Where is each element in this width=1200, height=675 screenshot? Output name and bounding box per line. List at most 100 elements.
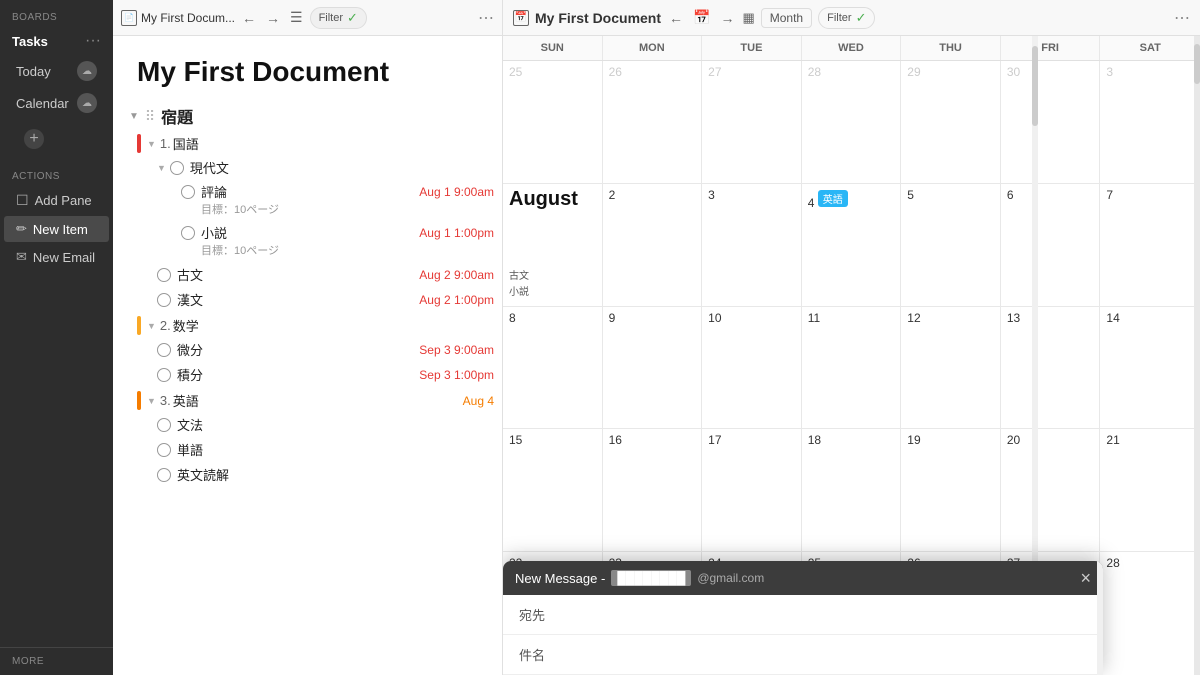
sidebar-item-today[interactable]: Today ☁ (4, 56, 109, 86)
cal-cell-aug5[interactable]: 5 (901, 184, 1001, 306)
cal-cell-aug3[interactable]: 3 (702, 184, 802, 306)
sekibun-checkbox[interactable] (157, 368, 171, 382)
list-view-button[interactable]: ☰ (287, 7, 306, 28)
modal-to-input[interactable] (549, 607, 1087, 622)
doc-icon: 📄 (121, 10, 137, 26)
nav-forward-button[interactable]: → (263, 8, 283, 28)
cal-nav-back-button[interactable]: ← (667, 8, 685, 28)
cal-cell-aug2[interactable]: 2 (603, 184, 703, 306)
math-label: 数学 (173, 316, 494, 335)
filter-pill[interactable]: Filter ✓ (310, 7, 367, 29)
bibun-checkbox[interactable] (157, 343, 171, 357)
modal-subject-input[interactable] (549, 647, 1087, 662)
eibun-checkbox[interactable] (157, 468, 171, 482)
tasks-toolbar: 📄 My First Docum... ← → ☰ Filter ✓ ⋯ (113, 0, 502, 36)
add-pane-label: Add Pane (35, 193, 92, 208)
cal-nav-calendar-icon[interactable]: 📅 (691, 7, 712, 28)
cal-cell-aug28[interactable]: 28 (1100, 552, 1200, 675)
cal-week-4: 15 16 17 18 19 20 21 (503, 429, 1200, 552)
english-chevron-icon: ▼ (147, 396, 156, 406)
cal-cell-aug14[interactable]: 14 (1100, 307, 1200, 429)
day-num-jul30: 30 (1007, 65, 1020, 79)
cal-filter-check-icon: ✓ (856, 10, 867, 26)
sidebar: BOARDS Tasks ··· Today ☁ Calendar ☁ + AC… (0, 0, 113, 675)
add-board-button[interactable]: + (24, 129, 44, 149)
cal-cell-aug12[interactable]: 12 (901, 307, 1001, 429)
bunpo-checkbox[interactable] (157, 418, 171, 432)
sidebar-item-new-email[interactable]: ✉ New Email (4, 244, 109, 270)
kanbun-checkbox[interactable] (157, 293, 171, 307)
cal-grid-icon-button[interactable]: ▦ (742, 10, 754, 26)
cal-toolbar: 📅 My First Document ← 📅 → ▦ Month Filter… (503, 0, 1200, 36)
cal-header-fri: FRI (1001, 36, 1101, 60)
tasks-more-icon[interactable]: ··· (85, 32, 101, 50)
cal-cell-aug3-partial[interactable]: 3 (1100, 61, 1200, 183)
cal-cell-aug16[interactable]: 16 (603, 429, 703, 551)
english-left-bar (137, 391, 141, 410)
english-event-chip[interactable]: 英語 (818, 190, 848, 207)
sidebar-item-add-pane[interactable]: ☐ Add Pane (4, 187, 109, 214)
cal-cell-aug15[interactable]: 15 (503, 429, 603, 551)
cal-cell-jul29[interactable]: 29 (901, 61, 1001, 183)
cal-cell-aug11[interactable]: 11 (802, 307, 902, 429)
kanbun-label: 漢文 (177, 290, 415, 309)
toolbar-more-icon[interactable]: ⋯ (478, 8, 494, 28)
sidebar-tasks-item[interactable]: Tasks ··· (0, 27, 113, 55)
cal-scrollbar-track[interactable] (1194, 36, 1200, 675)
cal-cell-jul26[interactable]: 26 (603, 61, 703, 183)
modal-title-prefix: New Message - (515, 571, 605, 586)
cal-cell-aug20[interactable]: 20 (1001, 429, 1101, 551)
day-num-14: 14 (1106, 311, 1119, 325)
cal-cell-aug1[interactable]: August 古文 小説 (503, 184, 603, 306)
sidebar-item-new-item[interactable]: ✏ New Item (4, 216, 109, 242)
modal-body: 宛先 件名 (503, 595, 1103, 675)
cal-toolbar-more-icon[interactable]: ⋯ (1174, 8, 1190, 28)
kokugo-number: 1. (160, 136, 171, 151)
cal-filter-pill[interactable]: Filter ✓ (818, 7, 875, 29)
subsection-row-math: ▼ 2. 数学 (113, 312, 502, 337)
cal-cell-aug18[interactable]: 18 (802, 429, 902, 551)
cal-cell-aug21[interactable]: 21 (1100, 429, 1200, 551)
cal-cell-aug19[interactable]: 19 (901, 429, 1001, 551)
day-num-jul28: 28 (808, 65, 821, 79)
new-message-modal: New Message - ████████ @gmail.com × 宛先 件… (503, 561, 1103, 675)
cal-cell-aug13[interactable]: 13 (1001, 307, 1101, 429)
filter-label: Filter (319, 12, 343, 24)
cal-cell-aug7[interactable]: 7 (1100, 184, 1200, 306)
cal-week-2: August 古文 小説 2 3 4 英語 (503, 184, 1200, 307)
day-num-16: 16 (609, 433, 622, 447)
cal-cell-jul30[interactable]: 30 (1001, 61, 1101, 183)
nav-back-button[interactable]: ← (239, 8, 259, 28)
cal-cell-aug8[interactable]: 8 (503, 307, 603, 429)
section-title: 宿題 (161, 104, 193, 128)
kobun-label: 古文 (177, 265, 415, 284)
cal-cell-aug6[interactable]: 6 (1001, 184, 1101, 306)
gendaibun-checkbox[interactable] (170, 161, 184, 175)
day-num-5: 5 (907, 188, 914, 202)
cal-cell-jul25[interactable]: 25 (503, 61, 603, 183)
cal-cell-aug9[interactable]: 9 (603, 307, 703, 429)
cal-nav-forward-button[interactable]: → (718, 8, 736, 28)
cal-cell-aug17[interactable]: 17 (702, 429, 802, 551)
subsection-math: ▼ 2. 数学 微分 Sep 3 9:00am 積分 Sep 3 1 (113, 312, 502, 387)
subsection-english: ▼ 3. 英語 Aug 4 文法 単語 (113, 387, 502, 487)
tasks-scroll-area[interactable]: My First Document ▼ ⠿ 宿題 ▼ 1. 国語 (113, 36, 502, 675)
shosetsu-checkbox[interactable] (181, 226, 195, 240)
modal-scrollbar (1097, 561, 1103, 675)
tango-checkbox[interactable] (157, 443, 171, 457)
sidebar-item-calendar[interactable]: Calendar ☁ (4, 88, 109, 118)
day-num-3: 3 (708, 188, 715, 202)
kobun-checkbox[interactable] (157, 268, 171, 282)
month-view-selector[interactable]: Month (761, 8, 812, 28)
shosetsu-date: Aug 1 1:00pm (419, 226, 494, 240)
hyoron-checkbox[interactable] (181, 185, 195, 199)
day-num-7: 7 (1106, 188, 1113, 202)
cal-cell-aug10[interactable]: 10 (702, 307, 802, 429)
cal-cell-jul28[interactable]: 28 (802, 61, 902, 183)
cal-scrollbar-thumb[interactable] (1194, 44, 1200, 84)
section-header-homework[interactable]: ▼ ⠿ 宿題 (113, 100, 502, 132)
cal-cell-aug4[interactable]: 4 英語 (802, 184, 902, 306)
cal-cell-jul27[interactable]: 27 (702, 61, 802, 183)
modal-close-button[interactable]: × (1080, 569, 1091, 587)
day-num-15: 15 (509, 433, 522, 447)
